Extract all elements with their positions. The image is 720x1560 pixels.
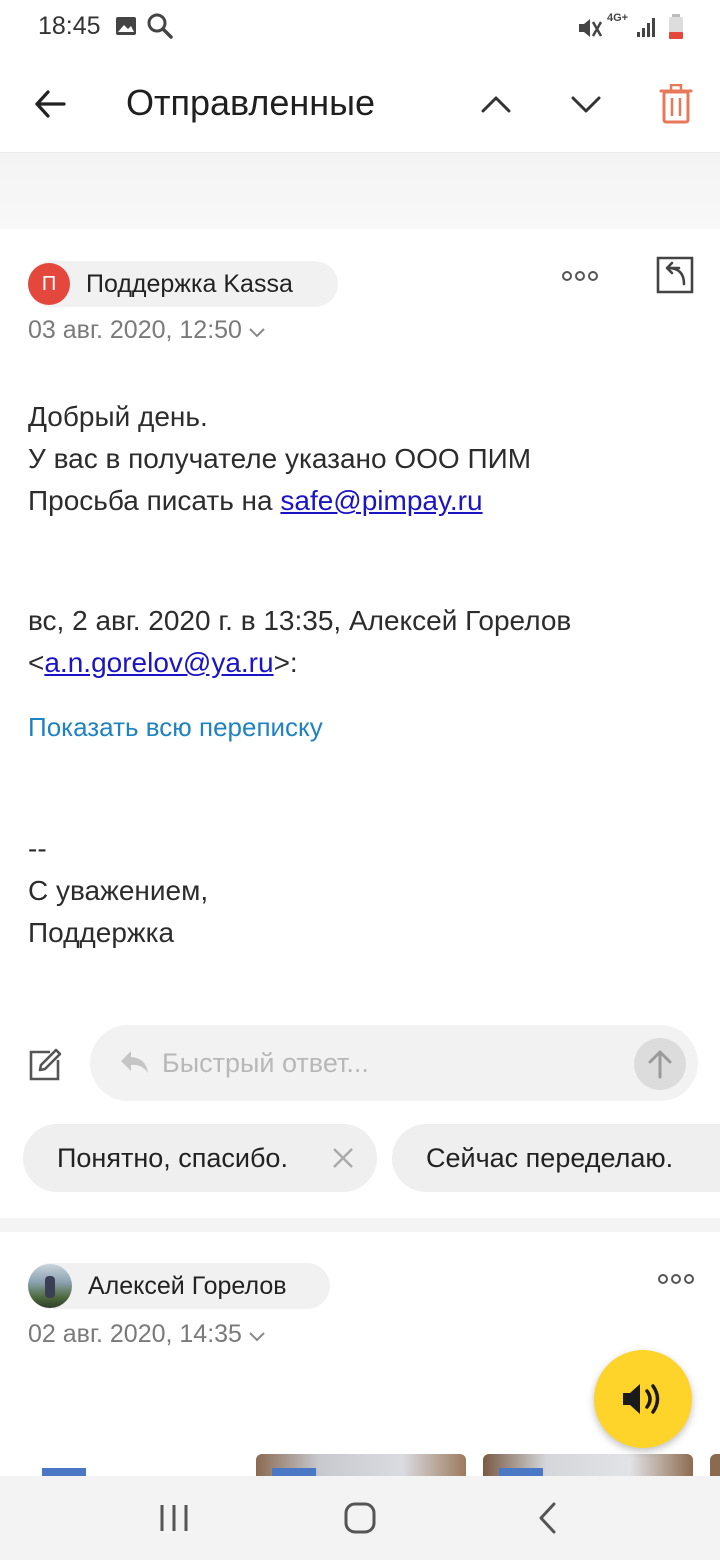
date-text: 03 авг. 2020, 12:50 [28, 316, 242, 344]
chevron-up-icon [481, 96, 511, 113]
more-dots-icon [658, 1274, 694, 1284]
quote-line: вс, 2 авг. 2020 г. в 13:35, Алексей Горе… [28, 605, 572, 636]
reply-icon [656, 256, 694, 294]
chevron-down-icon [249, 1331, 265, 1341]
app-header: Отправленные [0, 56, 720, 153]
sender-name: Алексей Горелов [88, 1271, 287, 1300]
sender-chip[interactable]: Алексей Горелов [28, 1263, 330, 1309]
chevron-left-icon [539, 1502, 556, 1534]
reply-button[interactable] [654, 254, 698, 298]
quoted-header: вс, 2 авг. 2020 г. в 13:35, Алексей Горе… [28, 600, 708, 684]
quote-bracket: < [28, 647, 45, 678]
signature-dash: -- [28, 833, 47, 864]
trash-icon [659, 84, 693, 124]
suggestion-chip[interactable]: Сейчас переделаю. [392, 1124, 720, 1192]
search-status-icon [146, 12, 174, 45]
sender-name: Поддержка Kassa [86, 269, 293, 298]
status-time: 18:45 [38, 12, 101, 40]
attachment-thumbnail[interactable] [30, 1454, 240, 1478]
signature-line: Поддержка [28, 917, 175, 948]
email-link-gorelov[interactable]: a.n.gorelov@ya.ru [44, 647, 273, 678]
more-options-button[interactable] [558, 262, 602, 290]
read-aloud-button[interactable] [594, 1350, 692, 1448]
back-button[interactable] [24, 78, 76, 130]
close-icon[interactable] [332, 1147, 354, 1169]
message-date[interactable]: 02 авг. 2020, 14:35 [28, 1320, 266, 1349]
separator-band [0, 153, 720, 229]
body-line: У вас в получателе указано ООО ПИМ [28, 443, 532, 474]
body-line: Просьба писать на safe@pimpay.ru [28, 480, 708, 522]
attachment-thumbnail[interactable] [710, 1454, 720, 1478]
signal-icon [636, 16, 658, 43]
mute-icon [575, 14, 603, 47]
more-dots-icon [562, 271, 598, 281]
recent-apps-button[interactable] [150, 1502, 198, 1534]
message-date[interactable]: 03 авг. 2020, 12:50 [28, 316, 266, 345]
system-back-button[interactable] [530, 1500, 566, 1536]
quote-bracket: >: [273, 647, 298, 678]
message-divider [0, 1218, 720, 1232]
message-body: Добрый день. У вас в получателе указано … [28, 396, 708, 522]
home-icon [344, 1502, 376, 1534]
more-options-button[interactable] [654, 1265, 698, 1293]
quote-line: <a.n.gorelov@ya.ru>: [28, 642, 708, 684]
sender-avatar-photo [28, 1264, 72, 1308]
suggestion-chip[interactable]: Понятно, спасибо. [23, 1124, 377, 1192]
recent-apps-icon [160, 1505, 188, 1531]
speaker-icon [623, 1384, 660, 1414]
email-link-safe[interactable]: safe@pimpay.ru [280, 485, 482, 516]
signature-line: С уважением, [28, 875, 209, 906]
body-line: Добрый день. [28, 401, 208, 432]
show-all-thread-link[interactable]: Показать всю переписку [28, 712, 323, 743]
sender-avatar: П [28, 263, 70, 305]
gallery-icon [115, 15, 137, 42]
reply-arrow-icon [118, 1048, 150, 1081]
date-text: 02 авг. 2020, 14:35 [28, 1320, 242, 1348]
system-navigation-bar [0, 1476, 720, 1560]
delete-button[interactable] [650, 78, 702, 130]
body-text: Просьба писать на [28, 485, 281, 516]
arrow-up-icon [648, 1050, 672, 1079]
next-message-button[interactable] [560, 78, 612, 130]
sender-chip[interactable]: П Поддержка Kassa [28, 261, 338, 307]
suggestion-text: Сейчас переделаю. [426, 1142, 674, 1173]
chevron-down-icon [249, 327, 265, 337]
arrow-left-icon [35, 90, 66, 118]
suggestion-text: Понятно, спасибо. [57, 1142, 288, 1173]
signature: -- С уважением, Поддержка [28, 828, 708, 954]
quick-reply-placeholder: Быстрый ответ... [162, 1048, 369, 1078]
page-title: Отправленные [126, 82, 376, 123]
attachment-thumbnail[interactable] [483, 1454, 693, 1478]
attachment-thumbnail[interactable] [256, 1454, 466, 1478]
status-bar: 18:45 4G+ [0, 0, 720, 56]
battery-icon [668, 14, 684, 45]
compose-button[interactable] [26, 1046, 66, 1086]
chevron-down-icon [571, 96, 601, 113]
compose-icon [29, 1048, 62, 1081]
send-button[interactable] [634, 1038, 686, 1090]
previous-message-button[interactable] [470, 78, 522, 130]
home-button[interactable] [340, 1500, 380, 1536]
network-type: 4G+ [607, 12, 629, 24]
